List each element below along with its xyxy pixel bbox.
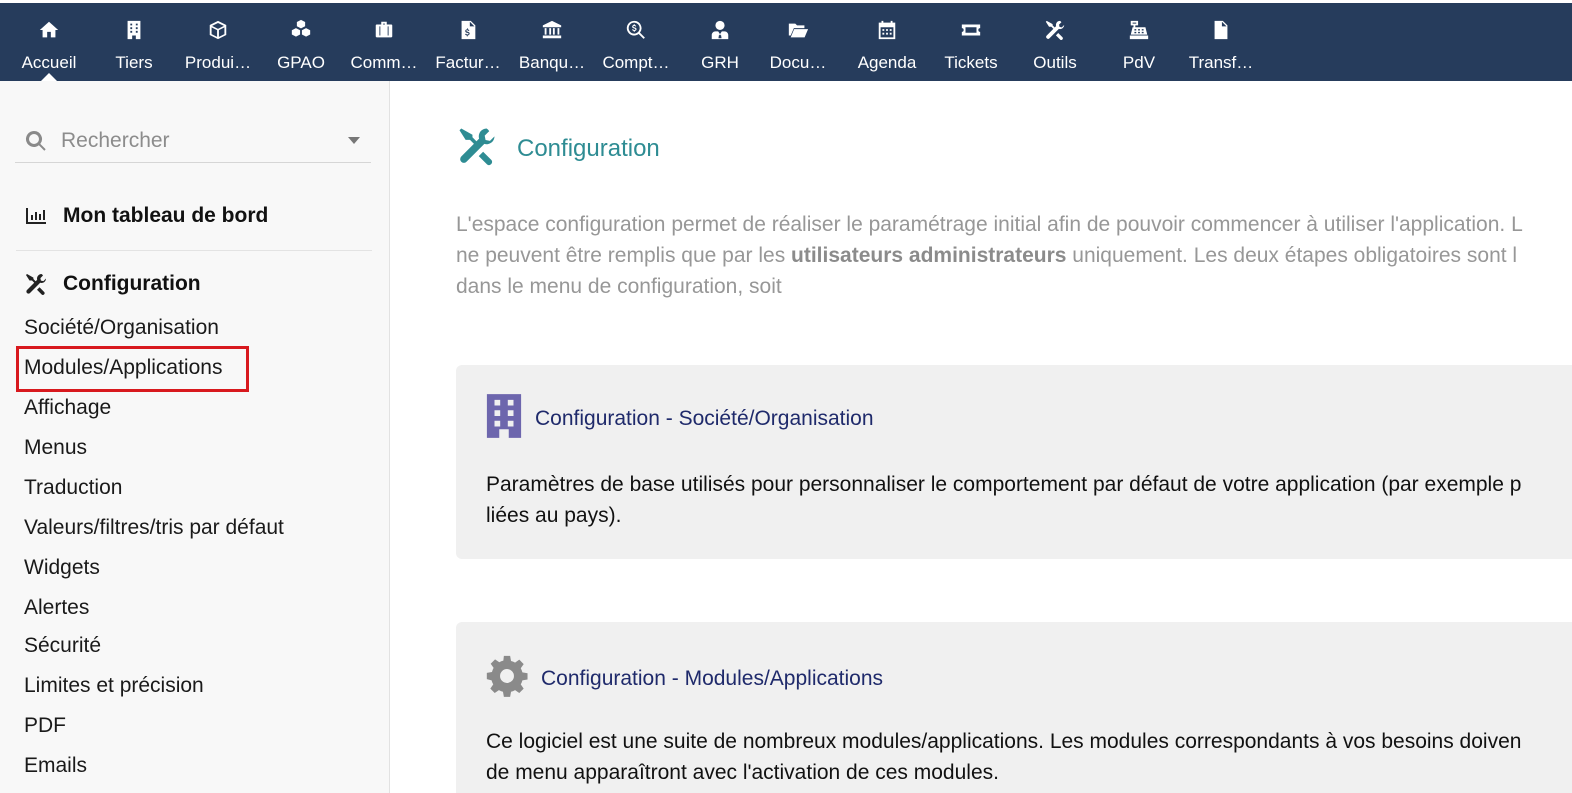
card-description: Paramètres de base utilisés pour personn… <box>486 469 1572 531</box>
intro-text-segment: uniquement. Les deux étapes obligatoires… <box>1066 244 1518 267</box>
intro-bold-text: utilisateurs administrateurs <box>791 244 1067 267</box>
sidebar-item-alertes[interactable]: Alertes <box>24 596 89 620</box>
search-input[interactable] <box>59 125 339 157</box>
intro-text: L'espace configuration permet de réalise… <box>456 209 1572 302</box>
nav-item-transferts[interactable]: Transf… <box>1180 3 1262 81</box>
nav-label: Outils <box>1033 53 1077 72</box>
configuration-label: Configuration <box>63 272 201 295</box>
cash-register-icon <box>1098 19 1180 41</box>
sidebar-divider <box>16 250 372 251</box>
nav-label: Factur… <box>435 53 501 72</box>
nav-item-pdv[interactable]: PdV <box>1098 3 1180 81</box>
sidebar-item-affichage[interactable]: Affichage <box>24 396 111 420</box>
nav-item-produits[interactable]: Produi… <box>176 3 260 81</box>
card-title-link[interactable]: Configuration - Modules/Applications <box>541 667 883 691</box>
card-line: Paramètres de base utilisés pour personn… <box>486 473 1522 496</box>
main-content: Configuration L'espace configuration per… <box>391 81 1572 793</box>
cubes-icon <box>260 19 342 41</box>
nav-label: Compt… <box>602 53 670 72</box>
sidebar-item-securite[interactable]: Sécurité <box>24 634 101 658</box>
nav-item-accueil[interactable]: Accueil <box>6 3 92 81</box>
config-card-societe: Configuration - Société/Organisation Par… <box>456 365 1572 559</box>
page-header: Configuration <box>456 125 660 172</box>
nav-label: Produi… <box>184 53 252 72</box>
card-header: Configuration - Société/Organisation <box>485 393 874 444</box>
bank-icon <box>510 19 594 41</box>
dashboard-link[interactable]: Mon tableau de bord <box>24 204 268 228</box>
nav-item-documents[interactable]: Docu… <box>762 3 834 81</box>
highlight-frame <box>16 346 249 392</box>
nav-label: Accueil <box>21 53 77 72</box>
folder-open-icon <box>762 19 834 41</box>
card-header: Configuration - Modules/Applications <box>485 654 883 703</box>
card-line: de menu apparaîtront avec l'activation d… <box>486 761 999 784</box>
dashboard-label: Mon tableau de bord <box>63 204 269 227</box>
tools-icon <box>24 272 50 296</box>
sidebar-item-menus[interactable]: Menus <box>24 436 87 460</box>
intro-line: ne peuvent être remplis que par les util… <box>456 240 1572 271</box>
user-tie-icon <box>678 19 762 41</box>
file-icon <box>1180 19 1262 41</box>
nav-label: GPAO <box>277 53 325 72</box>
page-title: Configuration <box>517 134 660 162</box>
card-line: Ce logiciel est une suite de nombreux mo… <box>486 730 1522 753</box>
nav-label: GRH <box>701 53 739 72</box>
intro-text-segment: ne peuvent être remplis que par les <box>456 244 792 267</box>
chevron-down-icon[interactable] <box>348 137 360 144</box>
nav-label: Transf… <box>1188 53 1254 72</box>
nav-label: PdV <box>1122 53 1156 72</box>
top-menu-bar: Accueil Tiers Produi… GPAO Comm… Factur… <box>0 0 1572 81</box>
config-card-modules: Configuration - Modules/Applications Ce … <box>456 622 1572 793</box>
nav-item-facturation[interactable]: Factur… <box>426 3 510 81</box>
card-line: liées au pays). <box>486 504 622 527</box>
search-icon <box>24 129 48 153</box>
nav-label: Banqu… <box>518 53 586 72</box>
sidebar-item-limites[interactable]: Limites et précision <box>24 674 204 698</box>
gear-icon <box>485 654 529 703</box>
left-sidebar: Mon tableau de bord Configuration Sociét… <box>0 81 390 793</box>
home-icon <box>6 19 92 41</box>
nav-item-banque[interactable]: Banqu… <box>510 3 594 81</box>
nav-label: Docu… <box>769 53 827 72</box>
search-combobox[interactable] <box>15 121 371 163</box>
building-icon <box>485 393 523 444</box>
ticket-icon <box>930 19 1012 41</box>
card-description: Ce logiciel est une suite de nombreux mo… <box>486 726 1572 788</box>
nav-item-comptabilite[interactable]: Compt… <box>594 3 678 81</box>
intro-line: dans le menu de configuration, soit <box>456 275 782 298</box>
sidebar-item-traduction[interactable]: Traduction <box>24 476 122 500</box>
sidebar-item-valeurs-defaut[interactable]: Valeurs/filtres/tris par défaut <box>24 516 284 540</box>
nav-item-grh[interactable]: GRH <box>678 3 762 81</box>
nav-item-gpao[interactable]: GPAO <box>260 3 342 81</box>
tools-icon <box>456 125 498 172</box>
sidebar-item-widgets[interactable]: Widgets <box>24 556 100 580</box>
intro-line: L'espace configuration permet de réalise… <box>456 213 1523 236</box>
nav-label: Agenda <box>857 53 917 72</box>
nav-item-commerce[interactable]: Comm… <box>342 3 426 81</box>
search-dollar-icon <box>594 19 678 41</box>
sidebar-item-societe[interactable]: Société/Organisation <box>24 316 219 340</box>
nav-item-agenda[interactable]: Agenda <box>846 3 928 81</box>
nav-item-tiers[interactable]: Tiers <box>92 3 176 81</box>
chart-bar-icon <box>24 204 50 228</box>
cube-icon <box>176 19 260 41</box>
nav-item-tickets[interactable]: Tickets <box>930 3 1012 81</box>
nav-label: Comm… <box>350 53 418 72</box>
nav-label: Tickets <box>944 53 998 72</box>
calendar-icon <box>846 19 928 41</box>
sidebar-item-emails[interactable]: Emails <box>24 754 87 778</box>
nav-item-outils[interactable]: Outils <box>1014 3 1096 81</box>
invoice-icon <box>426 19 510 41</box>
nav-label: Tiers <box>115 53 153 72</box>
card-title-link[interactable]: Configuration - Société/Organisation <box>535 407 874 431</box>
tools-icon <box>1014 19 1096 41</box>
configuration-section-title[interactable]: Configuration <box>24 272 201 296</box>
sidebar-item-pdf[interactable]: PDF <box>24 714 66 738</box>
building-icon <box>92 19 176 41</box>
suitcase-icon <box>342 19 426 41</box>
